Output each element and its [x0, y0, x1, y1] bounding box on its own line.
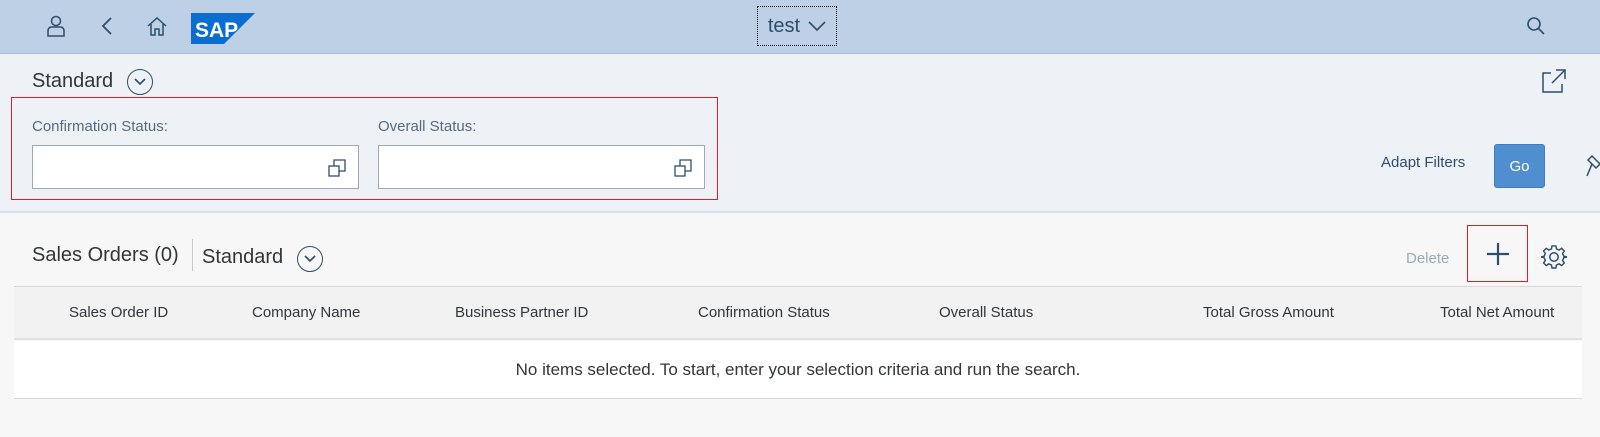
chevron-down-icon: [808, 21, 826, 31]
search-icon[interactable]: [1524, 14, 1548, 38]
overall-status-input[interactable]: [378, 145, 705, 189]
column-header-sales-order-id[interactable]: Sales Order ID: [69, 304, 168, 321]
chevron-down-icon: [304, 255, 316, 263]
adapt-filters-button[interactable]: Adapt Filters: [1381, 154, 1465, 171]
column-header-total-net-amount[interactable]: Total Net Amount: [1440, 304, 1554, 321]
value-help-icon[interactable]: [328, 159, 346, 177]
variant-dropdown-button[interactable]: [127, 69, 153, 95]
confirmation-status-input[interactable]: [32, 145, 359, 189]
go-button[interactable]: Go: [1494, 144, 1545, 188]
overall-status-label: Overall Status:: [378, 118, 477, 135]
table-title: Sales Orders (0): [32, 244, 179, 266]
toolbar-separator: [192, 239, 193, 271]
table-toolbar: Sales Orders (0) Standard Delete: [0, 213, 1600, 285]
variant-title: Standard: [32, 70, 114, 92]
pin-icon[interactable]: [1586, 154, 1600, 178]
column-header-business-partner-id[interactable]: Business Partner ID: [455, 304, 588, 321]
back-icon[interactable]: [95, 14, 119, 38]
user-icon[interactable]: [44, 14, 68, 38]
no-data-message: No items selected. To start, enter your …: [14, 341, 1582, 399]
add-button[interactable]: [1467, 225, 1528, 282]
share-icon[interactable]: [1541, 68, 1567, 94]
table-header: Sales Order ID Company Name Business Par…: [14, 286, 1582, 340]
sap-logo: SAP: [191, 13, 255, 44]
app-title-menu[interactable]: test: [757, 6, 837, 46]
confirmation-status-label: Confirmation Status:: [32, 118, 168, 135]
delete-button[interactable]: Delete: [1406, 250, 1449, 267]
home-icon[interactable]: [145, 14, 169, 38]
table-variant-dropdown-button[interactable]: [297, 246, 323, 272]
column-header-confirmation-status[interactable]: Confirmation Status: [698, 304, 830, 321]
column-header-total-gross-amount[interactable]: Total Gross Amount: [1203, 304, 1334, 321]
app-title: test: [767, 14, 801, 37]
column-header-overall-status[interactable]: Overall Status: [939, 304, 1033, 321]
svg-text:SAP: SAP: [195, 19, 238, 42]
chevron-down-icon: [134, 78, 146, 86]
add-icon: [1486, 242, 1509, 265]
column-header-company-name[interactable]: Company Name: [252, 304, 360, 321]
table-variant-title: Standard: [202, 246, 284, 268]
filter-bar: Standard Confirmation Status: Overall St…: [0, 54, 1600, 213]
shell-bar: SAP test: [0, 0, 1600, 54]
value-help-icon[interactable]: [674, 159, 692, 177]
settings-icon[interactable]: [1541, 244, 1567, 270]
